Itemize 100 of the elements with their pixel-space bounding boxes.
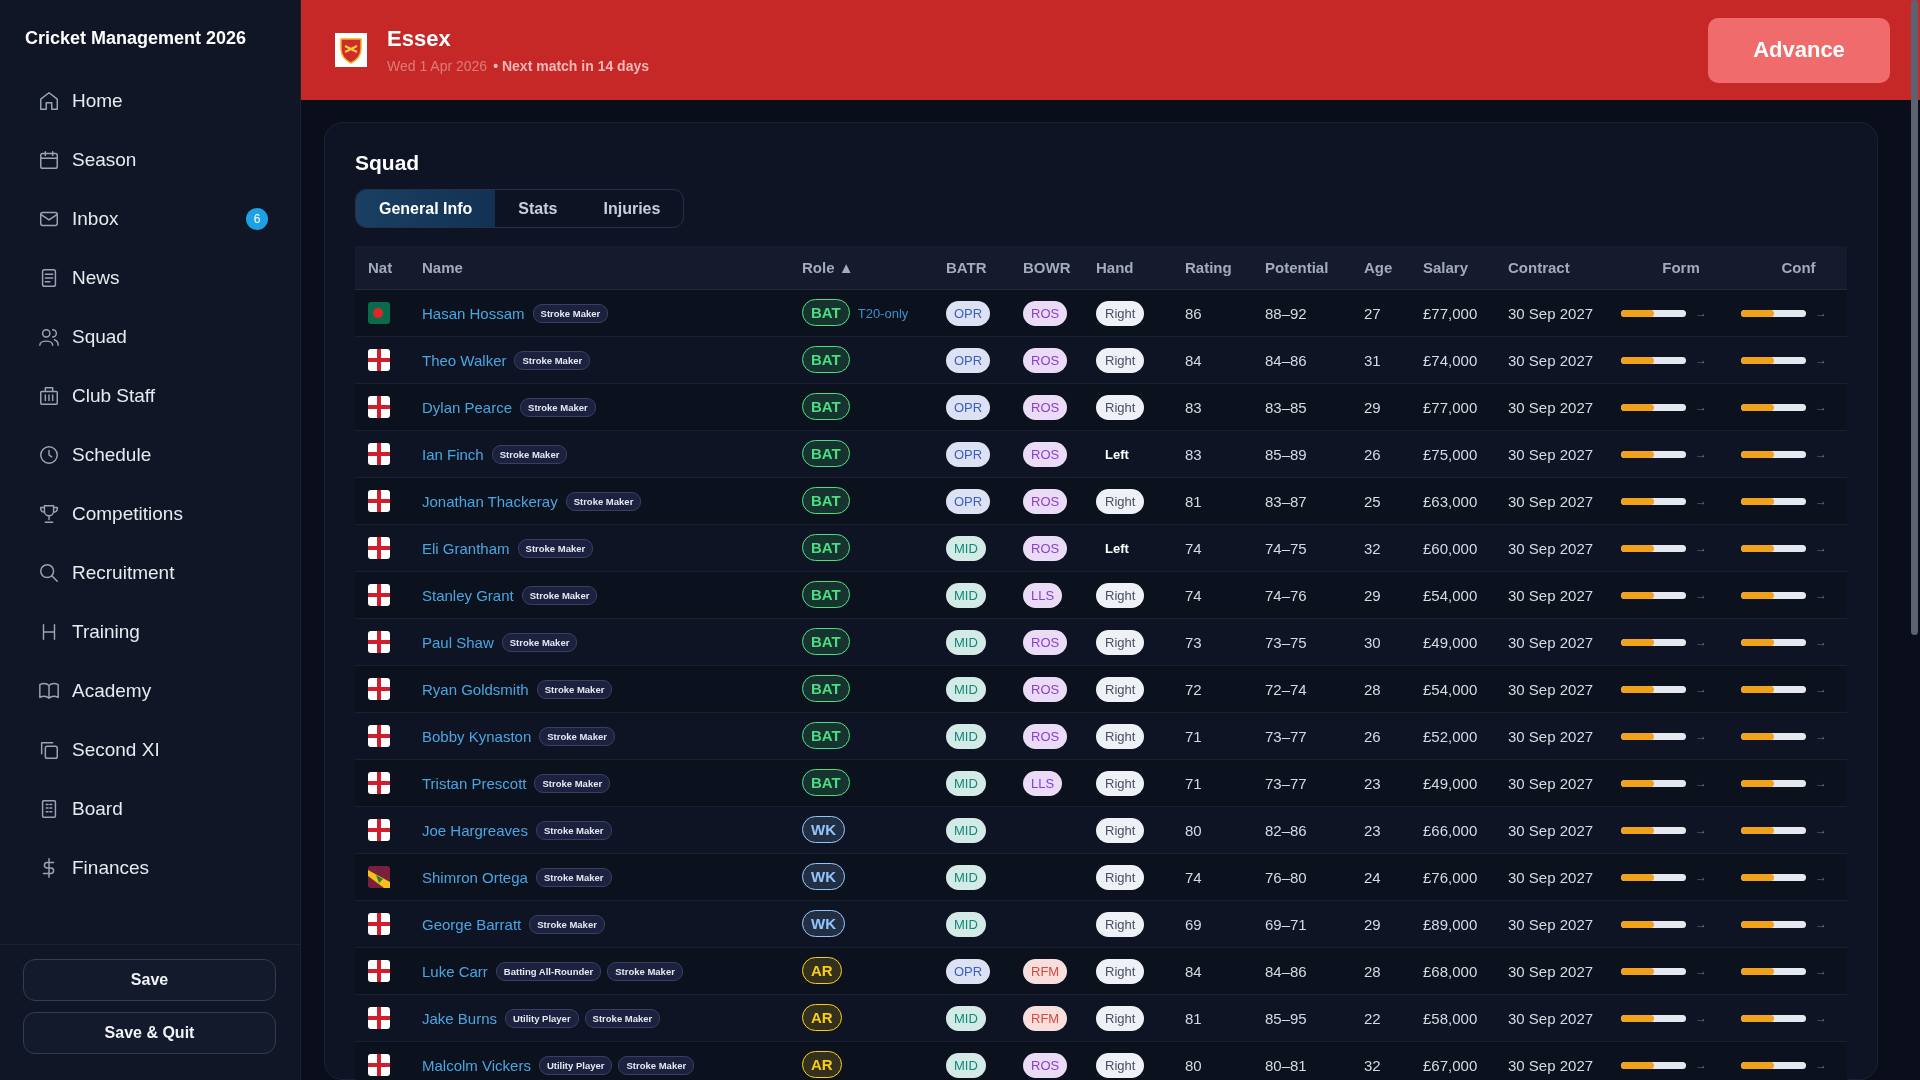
column-header[interactable]: Salary — [1423, 259, 1508, 276]
flag-icon — [368, 631, 390, 653]
sidebar-item[interactable]: Academy — [16, 661, 284, 720]
role-tag: BAT — [802, 299, 850, 326]
player-name-link[interactable]: Joe Hargreaves — [422, 821, 528, 839]
sidebar-item[interactable]: Finances — [16, 838, 284, 897]
sidebar-item[interactable]: Recruitment — [16, 543, 284, 602]
flag-icon — [368, 537, 390, 559]
sidebar-item[interactable]: Home — [16, 71, 284, 130]
flag-icon — [368, 678, 390, 700]
hand-tag: Right — [1096, 676, 1145, 702]
column-header[interactable]: BATR — [946, 259, 1023, 276]
trait-tag: Stroke Maker — [532, 303, 609, 323]
table-cell-text: £74,000 — [1423, 351, 1479, 369]
column-header[interactable]: Nat — [368, 259, 422, 276]
table-cell-text: 32 — [1364, 539, 1382, 557]
sidebar-item[interactable]: Competitions — [16, 484, 284, 543]
table-cell-text: 83–85 — [1265, 398, 1308, 416]
nav-icon — [38, 148, 60, 171]
column-header[interactable]: Potential — [1265, 259, 1364, 276]
player-name-link[interactable]: Ian Finch — [422, 445, 484, 463]
player-name-link[interactable]: Dylan Pearce — [422, 398, 513, 416]
sidebar-item[interactable]: News — [16, 248, 284, 307]
sidebar-item[interactable]: Season — [16, 130, 284, 189]
column-header[interactable]: Form — [1621, 259, 1741, 276]
hand-tag: Right — [1096, 629, 1145, 655]
column-header[interactable]: Name — [422, 259, 802, 276]
table-cell-text: 30 Sep 2027 — [1508, 962, 1595, 980]
table-cell-text: £77,000 — [1423, 398, 1479, 416]
trend-arrow: → — [1815, 306, 1827, 320]
trend-arrow: → — [1815, 353, 1827, 367]
trait-tag: Stroke Maker — [535, 820, 612, 840]
tab[interactable]: Stats — [495, 190, 581, 227]
player-name-link[interactable]: Jake Burns — [422, 1009, 498, 1027]
table-cell-text: £54,000 — [1423, 680, 1479, 698]
unread-count: 6 — [246, 207, 268, 230]
hand-tag: Right — [1096, 817, 1145, 843]
table-cell-text: 74 — [1185, 539, 1203, 557]
hand-tag: Right — [1096, 864, 1145, 890]
player-name-link[interactable]: Eli Grantham — [422, 539, 510, 557]
trait-tag: Stroke Maker — [584, 1008, 661, 1028]
column-header[interactable]: Conf — [1741, 259, 1856, 276]
trend-arrow: → — [1815, 447, 1827, 461]
tab[interactable]: Injuries — [580, 190, 684, 227]
trait-tag: Stroke Maker — [501, 632, 578, 652]
panel-title: Squad — [355, 151, 421, 175]
hand-tag: Right — [1096, 1052, 1145, 1078]
column-header[interactable]: Hand — [1096, 259, 1185, 276]
player-name-link[interactable]: Jonathan Thackeray — [422, 492, 558, 510]
table-cell-text: 81 — [1185, 492, 1203, 510]
player-name-link[interactable]: Stanley Grant — [422, 586, 514, 604]
column-header[interactable]: Rating — [1185, 259, 1265, 276]
table-cell-text: 69–71 — [1265, 915, 1308, 933]
player-name-link[interactable]: Tristan Prescott — [422, 774, 527, 792]
trend-arrow: → — [1815, 1058, 1827, 1072]
tab[interactable]: General Info — [356, 190, 496, 227]
batting-style-tag: MID — [946, 723, 986, 749]
player-name-link[interactable]: George Barratt — [422, 915, 522, 933]
column-header[interactable]: BOWR — [1023, 259, 1096, 276]
player-name-link[interactable]: Shimron Ortega — [422, 868, 528, 886]
player-name-link[interactable]: Theo Walker — [422, 351, 507, 369]
trait-tag: Stroke Maker — [521, 585, 598, 605]
sidebar-item[interactable]: Board — [16, 779, 284, 838]
table-cell-text: 84–86 — [1265, 351, 1308, 369]
player-name-link[interactable]: Malcolm Vickers — [422, 1056, 531, 1074]
club-crest-icon — [335, 33, 367, 67]
sidebar-item[interactable]: Club Staff — [16, 366, 284, 425]
role-tag: AR — [802, 1004, 842, 1031]
batting-style-tag: OPR — [946, 394, 991, 420]
player-name-link[interactable]: Hasan Hossam — [422, 304, 525, 322]
hand-tag: Right — [1096, 488, 1145, 514]
bowling-style-tag: ROS — [1023, 347, 1068, 373]
sidebar-item[interactable]: Squad — [16, 307, 284, 366]
sidebar-button[interactable]: Save & Quit — [23, 1012, 276, 1054]
table-cell-text: 81 — [1185, 1009, 1203, 1027]
trend-arrow: → — [1815, 635, 1827, 649]
table-cell-text: 29 — [1364, 915, 1382, 933]
trend-arrow: → — [1815, 870, 1827, 884]
role-tag: AR — [802, 957, 842, 984]
table-cell-text: 30 — [1364, 633, 1382, 651]
player-name-link[interactable]: Luke Carr — [422, 962, 488, 980]
column-header[interactable]: Contract — [1508, 259, 1621, 276]
flag-icon — [368, 1054, 390, 1076]
column-header[interactable]: Role ▲ — [802, 259, 946, 276]
scrollbar-thumb[interactable] — [1911, 0, 1918, 635]
table-cell-text: 26 — [1364, 727, 1382, 745]
role-tag: BAT — [802, 675, 850, 702]
sidebar-item[interactable]: Training — [16, 602, 284, 661]
sidebar-item[interactable]: Inbox 6 — [16, 189, 284, 248]
column-header[interactable]: Age — [1364, 259, 1423, 276]
flag-icon — [368, 819, 390, 841]
player-name-link[interactable]: Paul Shaw — [422, 633, 494, 651]
player-name-link[interactable]: Ryan Goldsmith — [422, 680, 529, 698]
player-name-link[interactable]: Bobby Kynaston — [422, 727, 532, 745]
table-cell-text: 72–74 — [1265, 680, 1308, 698]
sidebar-button[interactable]: Save — [23, 959, 276, 1001]
trend-arrow: → — [1815, 400, 1827, 414]
sidebar-item[interactable]: Second XI — [16, 720, 284, 779]
batting-style-tag: MID — [946, 770, 986, 796]
sidebar-item[interactable]: Schedule — [16, 425, 284, 484]
